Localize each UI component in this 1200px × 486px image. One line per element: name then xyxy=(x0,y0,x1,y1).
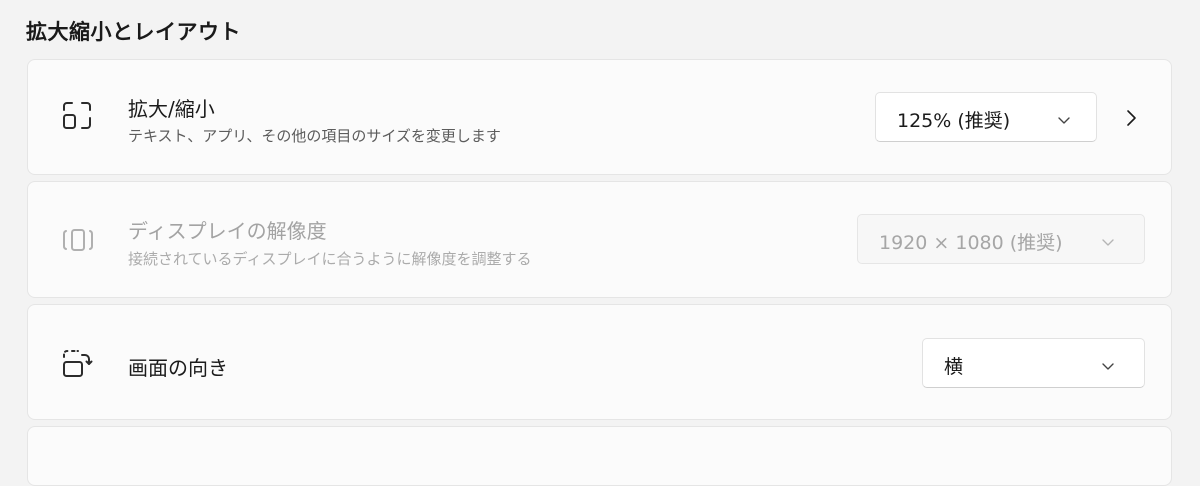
chevron-down-icon xyxy=(1057,110,1071,124)
orientation-dropdown-value: 横 xyxy=(944,356,964,378)
orientation-title: 画面の向き xyxy=(128,356,228,380)
scale-icon xyxy=(58,96,98,136)
scale-setting-card[interactable]: 拡大/縮小 テキスト、アプリ、その他の項目のサイズを変更します 125% (推奨… xyxy=(27,59,1172,175)
section-title: 拡大縮小とレイアウト xyxy=(26,20,241,44)
orientation-setting-card[interactable]: 画面の向き 横 xyxy=(27,304,1172,420)
resolution-description: 接続されているディスプレイに合うように解像度を調整する xyxy=(128,250,532,268)
chevron-down-icon xyxy=(1101,232,1115,246)
scale-dropdown-value: 125% (推奨) xyxy=(897,110,1011,132)
chevron-right-icon[interactable] xyxy=(1121,108,1141,128)
chevron-down-icon xyxy=(1101,356,1115,370)
scale-description: テキスト、アプリ、その他の項目のサイズを変更します xyxy=(128,127,501,145)
orientation-dropdown[interactable]: 横 xyxy=(922,338,1145,388)
scale-title: 拡大/縮小 xyxy=(128,97,215,121)
resolution-icon xyxy=(58,220,98,260)
resolution-title: ディスプレイの解像度 xyxy=(128,219,327,243)
resolution-dropdown-value: 1920 × 1080 (推奨) xyxy=(879,232,1063,254)
resolution-dropdown: 1920 × 1080 (推奨) xyxy=(857,214,1145,264)
orientation-icon xyxy=(58,344,98,384)
resolution-setting-card: ディスプレイの解像度 接続されているディスプレイに合うように解像度を調整する 1… xyxy=(27,181,1172,298)
scale-dropdown[interactable]: 125% (推奨) xyxy=(875,92,1097,142)
next-setting-card[interactable] xyxy=(27,426,1172,486)
